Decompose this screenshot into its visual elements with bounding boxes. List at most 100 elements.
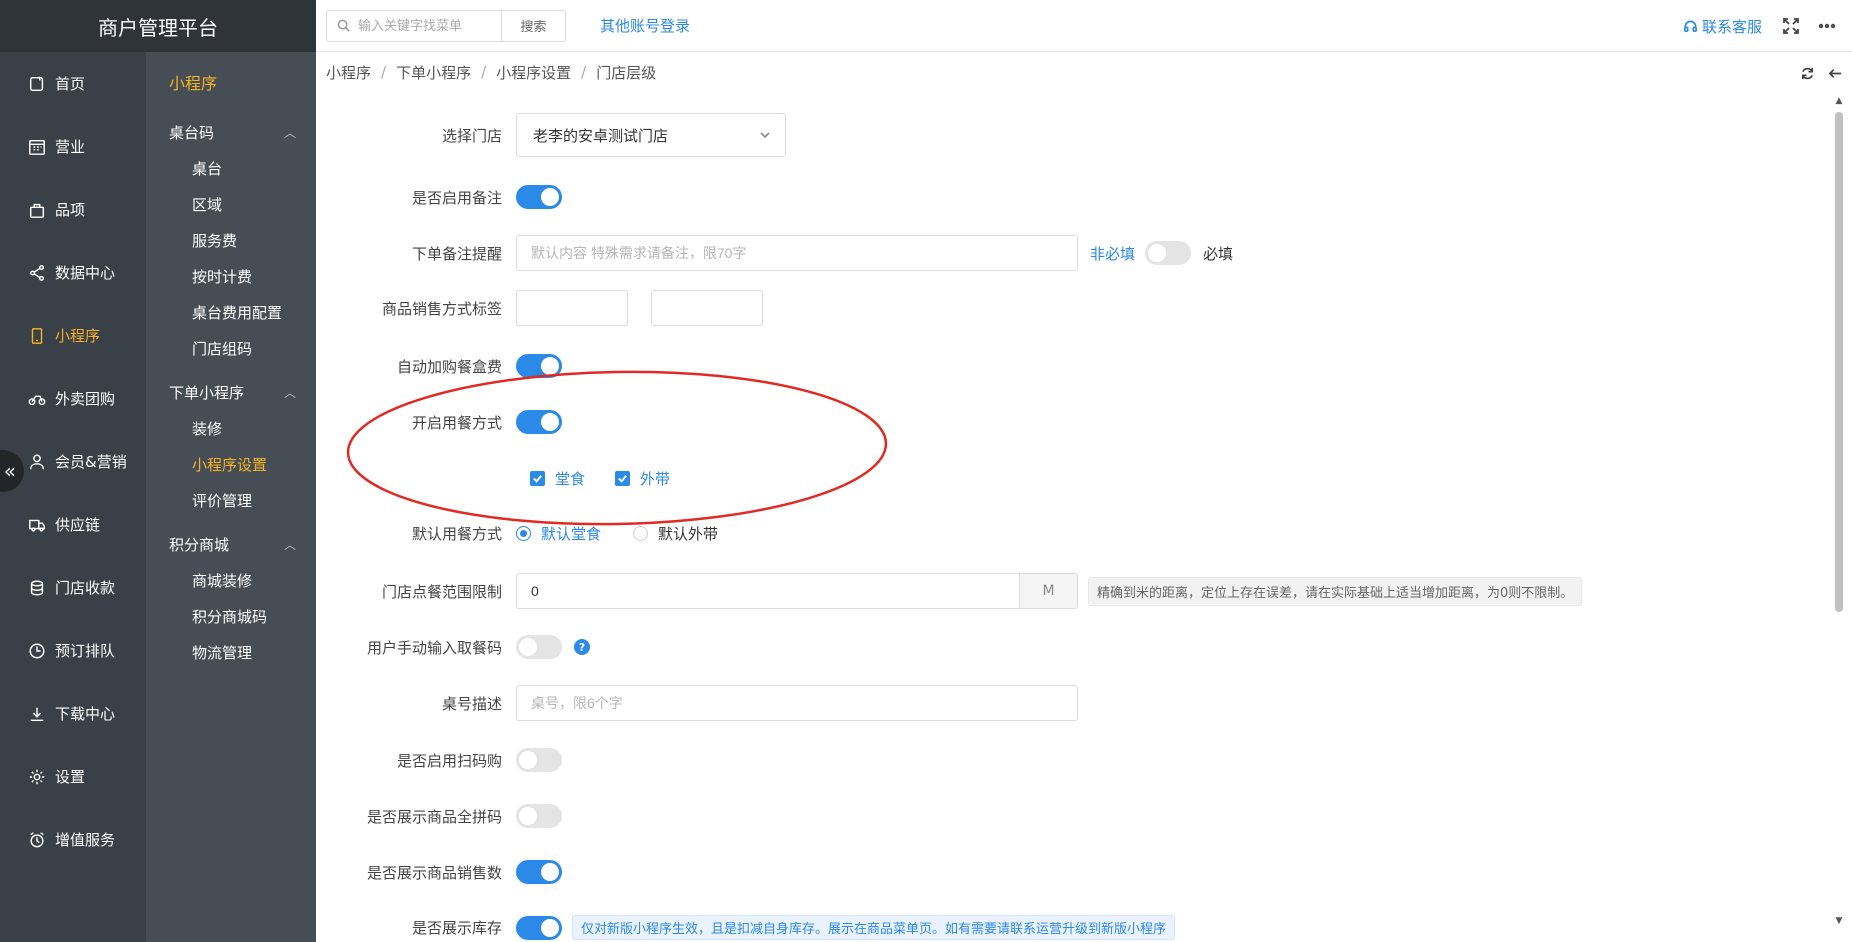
main-nav-label: 营业	[55, 138, 86, 156]
store-select[interactable]: 老李的安卓测试门店	[516, 113, 786, 157]
range-limit-label: 门店点餐范围限制	[381, 582, 502, 601]
range-limit-input[interactable]	[516, 573, 1020, 609]
scroll-down-arrow-icon[interactable]: ▼	[1834, 916, 1844, 926]
sub-item-table-fee-config[interactable]: 桌台费用配置	[146, 294, 316, 330]
sub-item-service-fee[interactable]: 服务费	[146, 222, 316, 258]
form-row-pinyin-code: 是否展示商品全拼码	[316, 804, 562, 828]
more-icon[interactable]	[1816, 15, 1838, 37]
main-nav-delivery[interactable]: 外卖团购	[0, 367, 146, 430]
remark-required-toggle[interactable]	[1145, 241, 1192, 265]
scrollbar-thumb[interactable]	[1835, 112, 1843, 612]
main-nav-value-added[interactable]: 增值服务	[0, 808, 146, 871]
vertical-scrollbar[interactable]: ▲ ▼	[1834, 96, 1844, 942]
stock-toggle[interactable]	[516, 915, 562, 940]
menu-search-input[interactable]	[358, 18, 498, 33]
refresh-icon[interactable]	[1796, 62, 1818, 84]
form-row-store: 选择门店 老李的安卓测试门店	[316, 113, 786, 157]
gear-icon	[27, 767, 47, 787]
pinyin-code-label: 是否展示商品全拼码	[366, 807, 502, 826]
pinyin-code-toggle[interactable]	[516, 804, 562, 828]
manual-pickup-label: 用户手动输入取餐码	[366, 638, 502, 657]
breadcrumb-item[interactable]: 下单小程序	[396, 62, 471, 83]
sub-item-table[interactable]: 桌台	[146, 150, 316, 186]
store-select-value: 老李的安卓测试门店	[533, 126, 669, 145]
stock-hint: 仅对新版小程序生效，且是扣减自身库存。展示在商品菜单页。如有需要请联系运营升级到…	[572, 915, 1176, 940]
sub-item-points-mall-code[interactable]: 积分商城码	[146, 598, 316, 634]
sub-item-logistics[interactable]: 物流管理	[146, 634, 316, 670]
main-nav-reservation[interactable]: 预订排队	[0, 619, 146, 682]
sales-count-toggle[interactable]	[516, 860, 562, 884]
back-arrow-icon[interactable]	[1824, 62, 1846, 84]
annotation-ellipse	[346, 370, 888, 526]
main-nav-business[interactable]: 营业	[0, 115, 146, 178]
form-row-table-desc: 桌号描述	[316, 685, 1078, 721]
menu-search-box	[326, 9, 502, 42]
default-dine-in-radio[interactable]	[516, 526, 531, 541]
main-nav-home[interactable]: 首页	[0, 52, 146, 115]
default-takeaway-radio[interactable]	[633, 526, 649, 541]
main-nav-miniprogram[interactable]: 小程序	[0, 304, 146, 367]
breadcrumb-item[interactable]: 小程序设置	[496, 62, 571, 83]
sub-group-order-miniprogram[interactable]: 下单小程序 ︿	[146, 374, 316, 410]
manual-pickup-toggle[interactable]	[516, 635, 562, 659]
main-nav-settings[interactable]: 设置	[0, 745, 146, 808]
main-nav-data-center[interactable]: 数据中心	[0, 241, 146, 304]
sub-item-time-billing[interactable]: 按时计费	[146, 258, 316, 294]
main-nav-label: 预订排队	[55, 642, 116, 660]
form-row-manual-pickup: 用户手动输入取餐码 ?	[316, 635, 590, 659]
sub-item-area[interactable]: 区域	[146, 186, 316, 222]
headset-icon	[1684, 20, 1697, 32]
main-nav-label: 增值服务	[55, 831, 116, 849]
form-row-remark-hint: 下单备注提醒 非必填 必填	[316, 235, 1233, 271]
other-account-login-link[interactable]: 其他账号登录	[600, 15, 690, 36]
sale-tag-input-1[interactable]	[516, 290, 628, 326]
sub-group-label: 积分商城	[169, 535, 230, 554]
sub-item-store-group-code[interactable]: 门店组码	[146, 330, 316, 366]
main-nav-supply[interactable]: 供应链	[0, 493, 146, 556]
main-nav-label: 品项	[55, 201, 86, 219]
sub-item-decoration[interactable]: 装修	[146, 410, 316, 446]
search-button[interactable]: 搜索	[502, 9, 566, 42]
truck-icon	[27, 515, 47, 535]
contact-service-label: 联系客服	[1701, 17, 1762, 36]
main-nav-label: 小程序	[55, 327, 101, 345]
bike-icon	[27, 389, 47, 409]
main-nav-label: 门店收款	[55, 579, 116, 597]
sub-item-miniprogram-settings[interactable]: 小程序设置	[146, 446, 316, 482]
main-nav-download[interactable]: 下载中心	[0, 682, 146, 745]
app-title: 商户管理平台	[0, 0, 316, 52]
contact-service-link[interactable]: 联系客服	[1683, 16, 1762, 37]
form-row-scan-buy: 是否启用扫码购	[316, 748, 562, 772]
table-desc-input[interactable]	[516, 685, 1078, 721]
main-nav-label: 下载中心	[55, 705, 116, 723]
scroll-up-arrow-icon[interactable]: ▲	[1834, 96, 1844, 106]
help-icon[interactable]: ?	[574, 639, 590, 655]
remark-hint-input[interactable]	[516, 235, 1078, 271]
range-limit-unit: M	[1020, 573, 1078, 609]
sales-count-label: 是否展示商品销售数	[366, 863, 502, 882]
sub-item-mall-decoration[interactable]: 商城装修	[146, 562, 316, 598]
alarm-icon	[27, 830, 47, 850]
store-label: 选择门店	[441, 126, 502, 145]
form-row-sale-tag: 商品销售方式标签	[316, 290, 763, 326]
fullscreen-icon[interactable]	[1780, 15, 1802, 37]
main-nav-label: 设置	[55, 768, 86, 786]
sub-group-points-mall[interactable]: 积分商城 ︿	[146, 526, 316, 562]
sale-tag-input-2[interactable]	[651, 290, 763, 326]
enable-remark-toggle[interactable]	[516, 185, 562, 209]
sub-sidebar: 小程序 桌台码 ︿ 桌台 区域 服务费 按时计费 桌台费用配置 门店组码 下单小…	[146, 52, 316, 942]
sub-item-review-management[interactable]: 评价管理	[146, 482, 316, 518]
table-desc-label: 桌号描述	[441, 694, 502, 713]
optional-label: 非必填	[1090, 244, 1136, 263]
chevron-up-icon: ︿	[283, 125, 296, 140]
main-nav-payment[interactable]: 门店收款	[0, 556, 146, 619]
sub-group-label: 桌台码	[169, 123, 215, 142]
scan-buy-toggle[interactable]	[516, 748, 562, 772]
breadcrumb-item[interactable]: 小程序	[326, 62, 371, 83]
main-nav-items[interactable]: 品项	[0, 178, 146, 241]
range-limit-hint: 精确到米的距离，定位上存在误差，请在实际基础上适当增加距离，为0则不限制。	[1088, 576, 1583, 606]
scan-buy-label: 是否启用扫码购	[396, 751, 502, 770]
database-icon	[27, 578, 47, 598]
sub-group-table-code[interactable]: 桌台码 ︿	[146, 114, 316, 150]
enable-remark-label: 是否启用备注	[411, 188, 502, 207]
